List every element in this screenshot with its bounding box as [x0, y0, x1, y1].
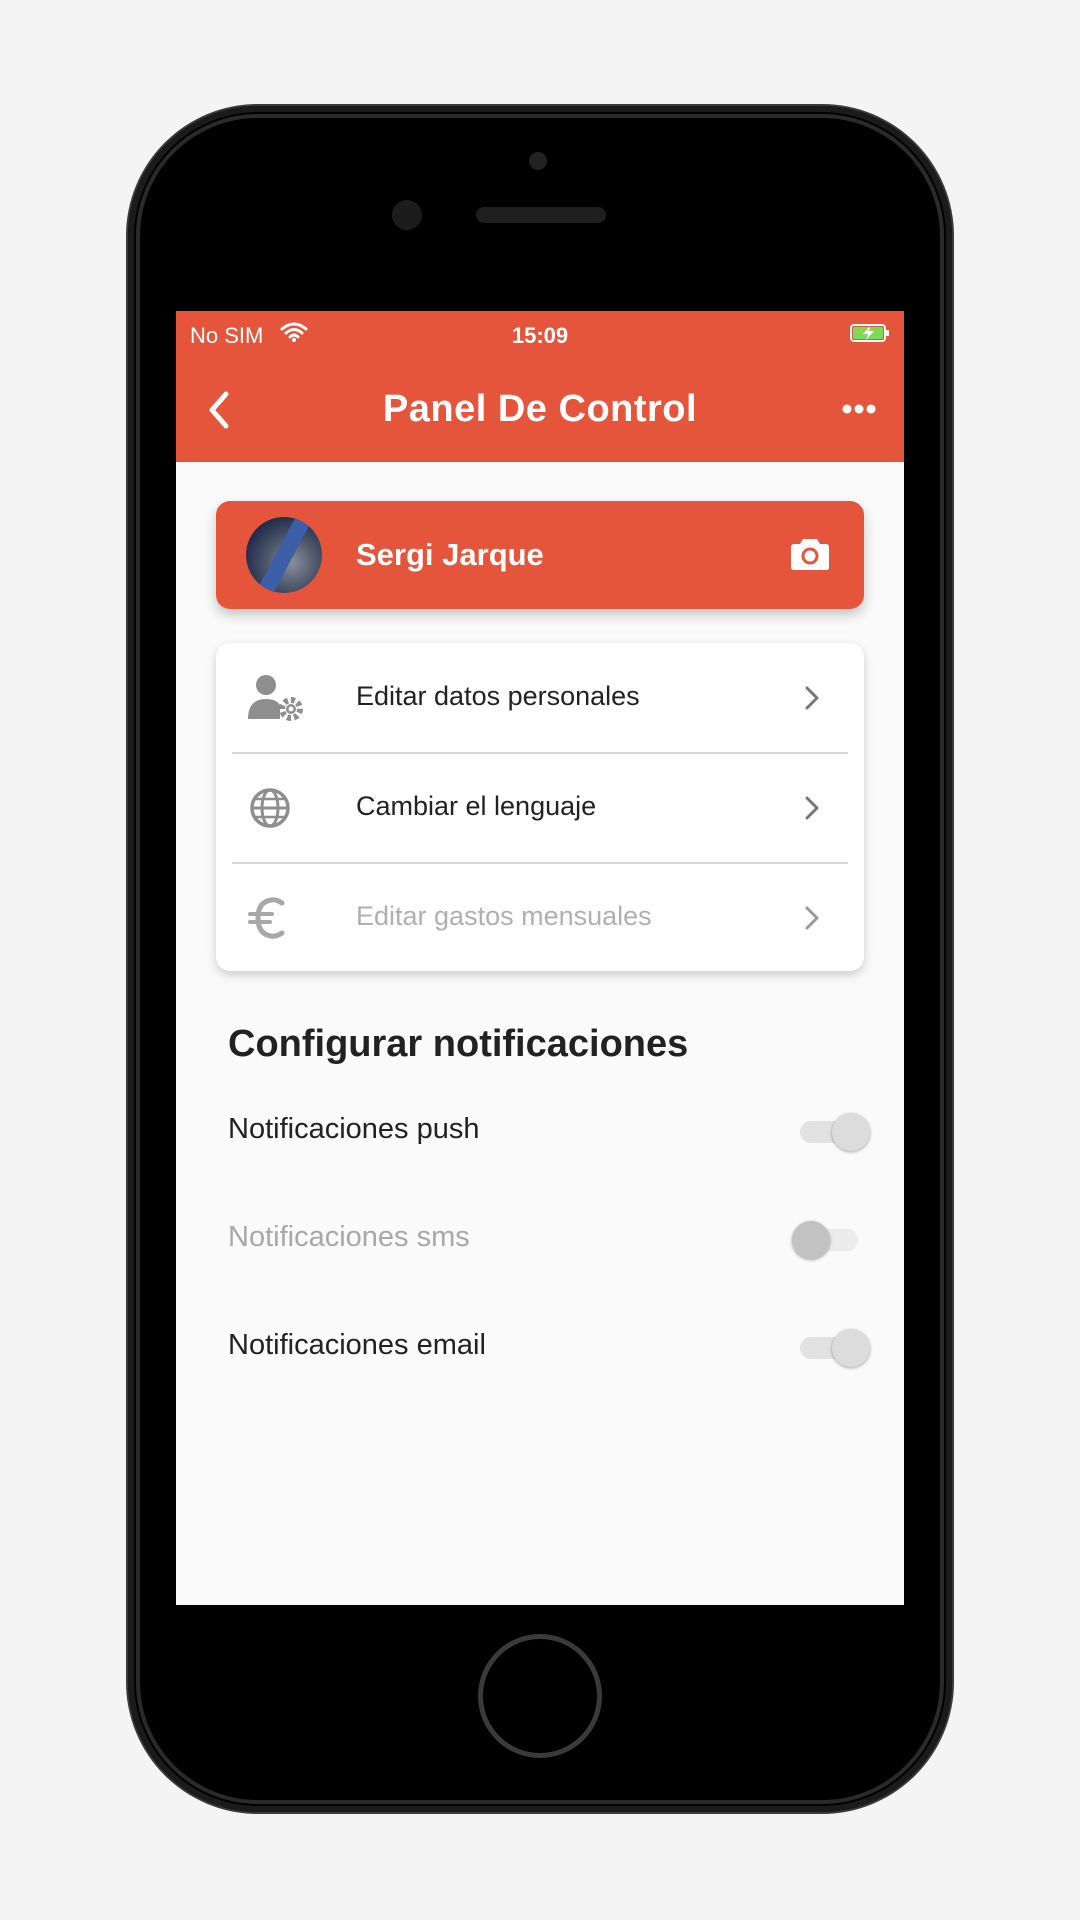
menu-item-label: Editar datos personales	[356, 681, 640, 711]
page-title: Panel De Control	[382, 388, 698, 430]
notification-label: Notificaciones push	[228, 1113, 480, 1145]
battery-charging-icon	[850, 324, 889, 342]
menu-item-change-language[interactable]: Cambiar el lenguaje	[216, 753, 864, 863]
notification-row-push: Notificaciones push	[228, 1101, 870, 1161]
home-button[interactable]	[478, 1634, 602, 1758]
settings-menu: Editar datos personales Cambiar el lengu…	[216, 643, 864, 971]
menu-item-edit-monthly-expenses[interactable]: Editar gastos mensuales	[216, 863, 864, 973]
push-notifications-toggle[interactable]	[798, 1113, 870, 1151]
email-notifications-toggle[interactable]	[798, 1329, 870, 1367]
notifications-section-title: Configurar notificaciones	[228, 1023, 689, 1065]
euro-icon	[248, 897, 285, 939]
chevron-right-icon	[805, 796, 819, 820]
notification-label: Notificaciones sms	[228, 1221, 470, 1253]
menu-item-edit-personal-data[interactable]: Editar datos personales	[216, 643, 864, 753]
menu-item-label: Editar gastos mensuales	[356, 901, 652, 931]
proximity-sensor	[529, 152, 547, 170]
chevron-right-icon	[805, 686, 819, 710]
profile-name: Sergi Jarque	[356, 537, 544, 572]
front-camera	[392, 200, 422, 230]
status-time: 15:09	[511, 323, 569, 348]
globe-icon	[250, 788, 290, 828]
user-gear-icon	[248, 675, 303, 721]
app-screen: No SIM 15:09 Panel De Control Sergi Jarq…	[176, 311, 904, 1605]
notification-row-sms: Notificaciones sms	[228, 1209, 868, 1269]
app-bar: No SIM 15:09 Panel De Control	[176, 311, 904, 462]
sms-notifications-toggle[interactable]	[792, 1221, 868, 1259]
chevron-right-icon	[805, 906, 819, 930]
status-bar: No SIM 15:09	[176, 311, 904, 359]
camera-icon[interactable]	[790, 535, 830, 571]
more-options-icon[interactable]	[842, 403, 876, 415]
notification-label: Notificaciones email	[228, 1329, 486, 1361]
menu-item-label: Cambiar el lenguaje	[356, 791, 597, 821]
notification-row-email: Notificaciones email	[228, 1317, 870, 1377]
profile-card: Sergi Jarque	[216, 501, 864, 609]
earpiece-speaker	[476, 207, 606, 223]
avatar[interactable]	[246, 517, 322, 593]
